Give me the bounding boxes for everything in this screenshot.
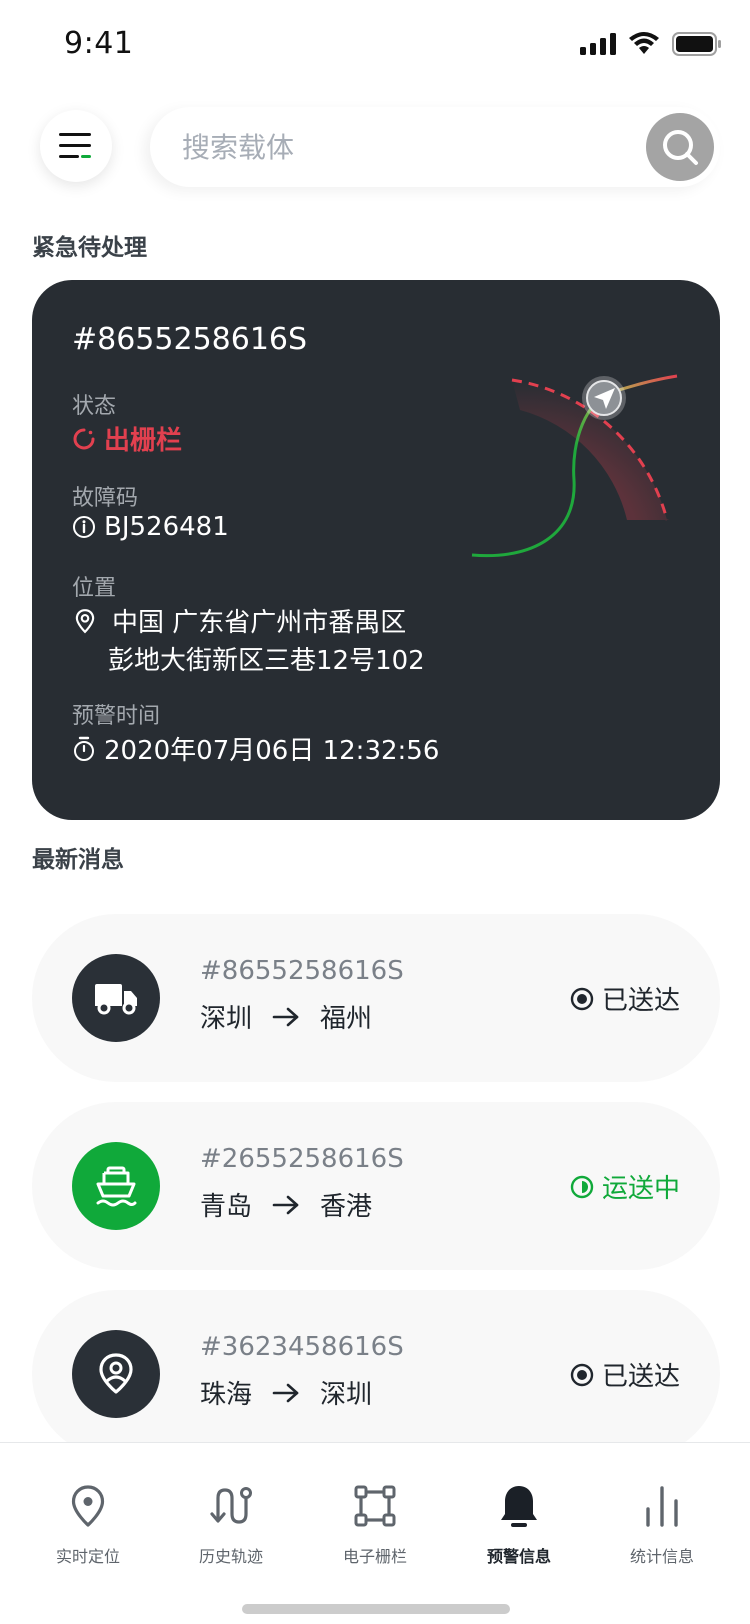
time-value: 2020年07月06日 12:32:56: [72, 730, 439, 767]
bottom-tab-bar: 实时定位 历史轨迹 电子栅栏 预警信息 统计信息: [0, 1442, 750, 1624]
status-bar: 9:41: [0, 0, 750, 90]
screen: 9:41 搜索载体 紧急待处理 #8655258616S 状态 出栅栏 故障码 …: [0, 0, 750, 1624]
list-item-avatar: [72, 1142, 160, 1230]
search-button[interactable]: [646, 113, 714, 181]
search-input[interactable]: [182, 107, 602, 187]
tab-history-track[interactable]: 历史轨迹: [161, 1483, 301, 1567]
fault-code: BJ526481: [104, 512, 229, 542]
tab-label: 实时定位: [55, 1547, 120, 1566]
location-pin-icon: [71, 1485, 105, 1527]
battery-icon: [672, 32, 721, 56]
in-transit-icon: [570, 1175, 594, 1198]
status-text: 已送达: [601, 1362, 680, 1392]
list-item-avatar: [72, 954, 160, 1042]
route-to: 福州: [320, 1004, 373, 1034]
status-label: 状态: [72, 394, 117, 419]
loading-icon: [73, 428, 95, 449]
ship-icon: [96, 1166, 137, 1207]
menu-icon: [59, 133, 91, 158]
tab-electronic-fence[interactable]: 电子栅栏: [305, 1483, 445, 1567]
route-icon: [210, 1487, 252, 1524]
status-badge: 已送达: [570, 980, 680, 1017]
tab-statistics[interactable]: 统计信息: [592, 1483, 732, 1567]
list-item-id: #2655258616S: [200, 1144, 404, 1174]
fault-value: BJ526481: [72, 512, 229, 542]
urgent-card[interactable]: #8655258616S 状态 出栅栏 故障码 BJ526481 位置 中国 广…: [32, 280, 720, 820]
status-text: 出栅栏: [104, 426, 183, 456]
home-indicator: [242, 1604, 510, 1614]
status-text: 已送达: [601, 986, 680, 1016]
bar-chart-icon: [646, 1486, 678, 1527]
location-line1: 中国 广东省广州市番禺区: [72, 602, 406, 639]
time-label: 预警时间: [72, 704, 161, 729]
urgent-id: #8655258616S: [72, 322, 308, 357]
tab-realtime-location[interactable]: 实时定位: [18, 1483, 158, 1567]
signal-icon: [580, 33, 616, 55]
location-label: 位置: [72, 576, 117, 601]
route-to: 深圳: [320, 1380, 373, 1410]
route-from: 深圳: [200, 1004, 253, 1034]
tab-label: 历史轨迹: [198, 1547, 263, 1566]
list-item[interactable]: #3623458616S 珠海 深圳 已送达: [32, 1290, 720, 1458]
messages-section-title: 最新消息: [32, 847, 124, 873]
arrow-right-icon: [272, 1007, 299, 1026]
delivered-icon: [570, 1363, 594, 1386]
bell-icon: [501, 1486, 537, 1527]
list-item-id: #8655258616S: [200, 956, 404, 986]
tab-label: 电子栅栏: [342, 1547, 407, 1566]
info-icon: [73, 516, 95, 538]
status-icons: [580, 32, 722, 56]
tab-alert-info[interactable]: 预警信息: [449, 1483, 589, 1567]
urgent-section-title: 紧急待处理: [32, 235, 147, 261]
truck-icon: [95, 984, 137, 1015]
timer-icon: [74, 736, 94, 761]
wifi-icon: [629, 32, 659, 54]
status-badge: 已送达: [570, 1356, 680, 1393]
list-item[interactable]: #2655258616S 青岛 香港 运送中: [32, 1102, 720, 1270]
tab-label: 预警信息: [486, 1547, 551, 1566]
list-item-id: #3623458616S: [200, 1332, 404, 1362]
location-line1-text: 中国 广东省广州市番禺区: [112, 608, 407, 638]
status-text: 运送中: [601, 1174, 680, 1204]
arrow-right-icon: [272, 1383, 299, 1402]
list-item-avatar: [72, 1330, 160, 1418]
route-from: 青岛: [200, 1192, 253, 1222]
pin-icon: [99, 1353, 133, 1394]
geofence-map-graphic: [471, 374, 678, 558]
arrow-right-icon: [272, 1195, 299, 1214]
menu-button[interactable]: [40, 110, 112, 182]
delivered-icon: [570, 987, 594, 1010]
status-badge: 运送中: [570, 1168, 680, 1205]
list-item-route: 深圳 福州: [200, 998, 372, 1035]
time-text: 2020年07月06日 12:32:56: [104, 736, 440, 766]
list-item-route: 珠海 深圳: [200, 1374, 372, 1411]
status-value: 出栅栏: [72, 420, 182, 457]
search-icon: [663, 130, 698, 165]
list-item-route: 青岛 香港: [200, 1186, 372, 1223]
fault-label: 故障码: [72, 486, 139, 511]
location-line2: 彭地大街新区三巷12号102: [108, 646, 425, 676]
status-time: 9:41: [64, 26, 134, 61]
tab-label: 统计信息: [629, 1547, 694, 1566]
location-icon: [75, 608, 95, 633]
search-bar: [150, 107, 720, 187]
fence-icon: [354, 1485, 396, 1527]
route-from: 珠海: [200, 1380, 253, 1410]
route-to: 香港: [320, 1192, 373, 1222]
list-item[interactable]: #8655258616S 深圳 福州 已送达: [32, 914, 720, 1082]
